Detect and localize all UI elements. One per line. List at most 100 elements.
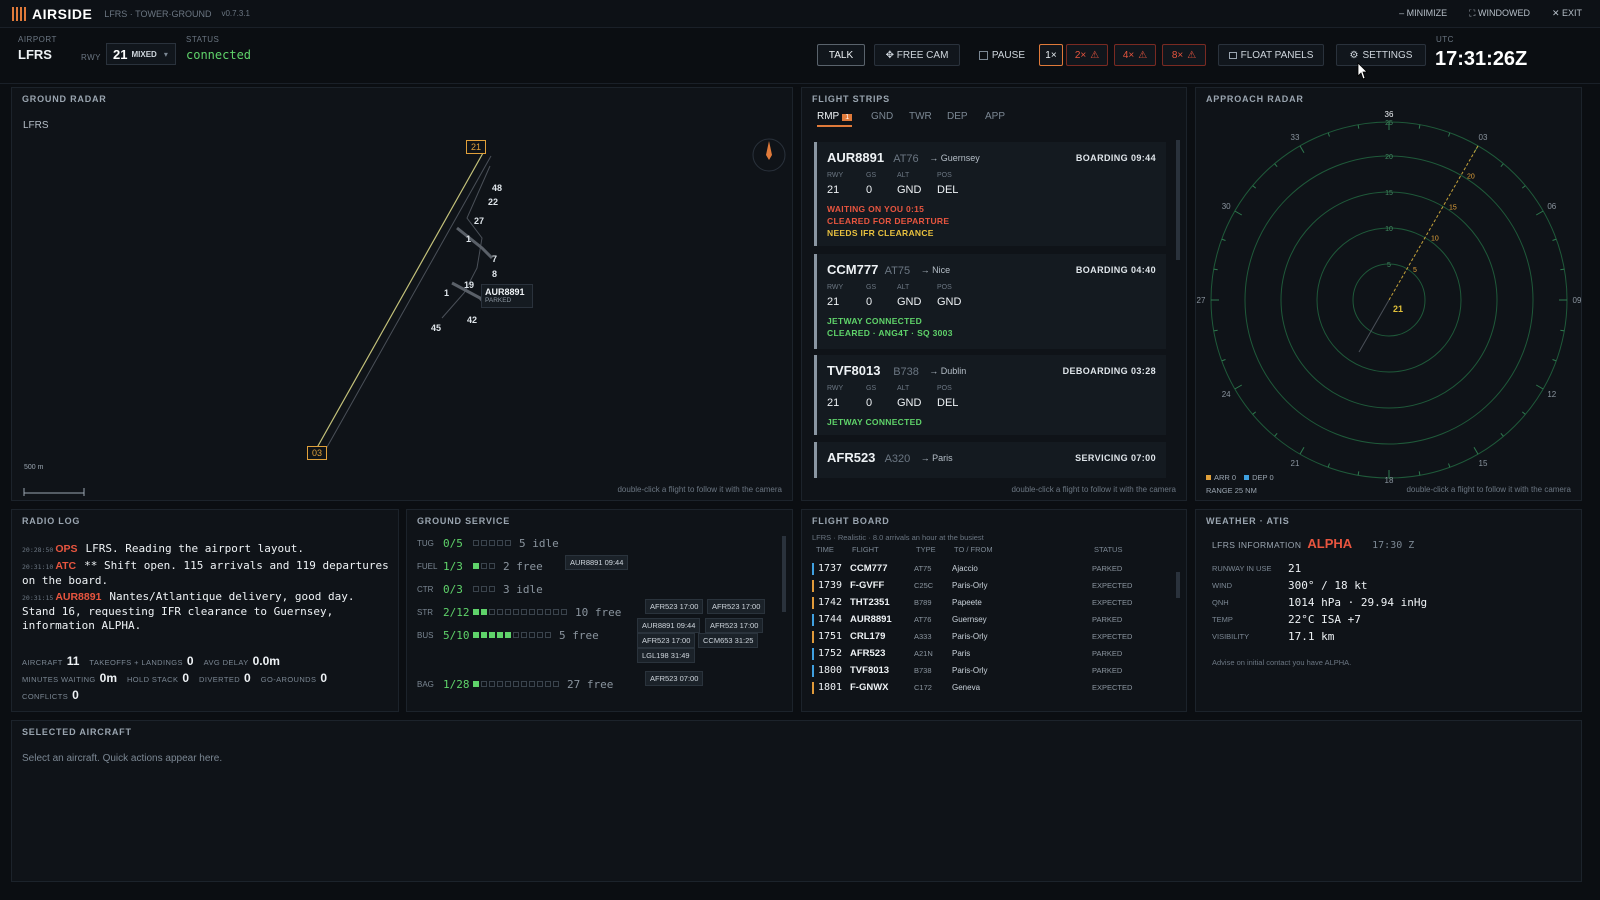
float-panels-button[interactable]: FLOAT PANELS: [1218, 44, 1324, 66]
strip-note: WAITING ON YOU 0:15: [827, 204, 925, 214]
windowed-button[interactable]: ⛶ WINDOWED: [1469, 8, 1530, 19]
heading-label: 27: [1197, 296, 1206, 305]
map-scale: 500 m: [24, 464, 44, 471]
speed-2x-button[interactable]: 2× ⚠: [1066, 44, 1108, 66]
field-rwy: 21: [827, 296, 840, 308]
service-tag[interactable]: AFR523 17:00: [705, 618, 764, 633]
speed-8x-button[interactable]: 8× ⚠: [1162, 44, 1206, 66]
unit-box: [513, 681, 519, 687]
strip-note: NEEDS IFR CLEARANCE: [827, 228, 934, 238]
service-tag[interactable]: AFR523 17:00: [637, 633, 696, 648]
flight-strip[interactable]: CCM777 AT75 → Nice BOARDING 04:40 RWY 21 GS 0 AL…: [814, 254, 1166, 349]
field-label: RWY: [827, 385, 844, 392]
minimize-button[interactable]: – MINIMIZE: [1399, 8, 1447, 19]
service-tag[interactable]: AFR523 17:00: [707, 599, 766, 614]
tick: [1418, 471, 1421, 476]
unit-box: [473, 563, 479, 569]
ring-label: 25: [1385, 120, 1393, 127]
tab-twr[interactable]: TWR: [909, 111, 932, 122]
col-type: TYPE: [916, 545, 936, 554]
heading-label: 21: [1291, 459, 1300, 468]
scrollbar[interactable]: [1176, 140, 1180, 260]
service-tag[interactable]: CCM653 31:25: [698, 633, 759, 648]
tick: [1552, 238, 1557, 241]
settings-button[interactable]: ⚙ SETTINGS: [1336, 44, 1426, 66]
tick: [1560, 329, 1565, 332]
row-type: B789: [914, 598, 932, 607]
stat-label: CONFLICTS: [22, 692, 69, 701]
weather-row: WIND 300° / 18 kt: [1212, 577, 1367, 593]
weather-key: RUNWAY IN USE: [1212, 563, 1272, 573]
service-tag[interactable]: LGL198 31:49: [637, 648, 695, 663]
heading-label: 36: [1385, 110, 1394, 119]
tab-app[interactable]: APP: [985, 111, 1005, 122]
service-row-bag[interactable]: BAG 1/28 27 free AFR523 07:00: [417, 671, 787, 693]
unit-box: [489, 586, 495, 592]
tab-dep[interactable]: DEP: [947, 111, 968, 122]
scrollbar[interactable]: [782, 536, 786, 612]
tick: [1535, 384, 1544, 390]
free-cam-button[interactable]: ✥ FREE CAM: [874, 44, 960, 66]
row-destination: Ajaccio: [952, 564, 978, 573]
ground-radar-map[interactable]: [12, 108, 794, 502]
board-row[interactable]: 1801 F-GNWX C172 Geneva EXPECTED: [812, 679, 1170, 696]
approach-radar-scope[interactable]: 36 03 06 09 12 15 18 21 24 27 30 33 5 10 15 20 25 20 15 10 5…: [1196, 88, 1583, 502]
tick: [1274, 432, 1278, 437]
speed-4x-button[interactable]: 4× ⚠: [1114, 44, 1156, 66]
flight-strip[interactable]: AUR8891 AT76 → Guernsey BOARDING 09:44 RWY 21…: [814, 142, 1166, 246]
field-label: GS: [866, 385, 877, 392]
board-row[interactable]: 1739 F-GVFF C25C Paris-Orly EXPECTED: [812, 577, 1170, 594]
panel-hint: double-click a flight to follow it with …: [1011, 485, 1176, 494]
tick: [1221, 238, 1226, 241]
board-row[interactable]: 1752 AFR523 A21N Paris PARKED: [812, 645, 1170, 662]
tick: [1473, 446, 1479, 455]
unit-box: [497, 540, 503, 546]
service-row-fuel[interactable]: FUEL 1/3 2 free AUR8891 09:44: [417, 555, 787, 575]
unit-box: [505, 632, 511, 638]
log-speaker: ATC: [55, 560, 77, 572]
weather-value: 300° / 18 kt: [1288, 578, 1368, 592]
flight-strip[interactable]: AFR523 A320 → Paris SERVICING 07:00: [814, 442, 1166, 478]
panel-title: FLIGHT STRIPS: [812, 94, 890, 104]
runway-value: 21: [113, 46, 128, 62]
exit-button[interactable]: ✕ EXIT: [1552, 8, 1582, 19]
runway-select[interactable]: 21 MIXED ▾: [106, 43, 176, 65]
stats-row: AIRCRAFT 11 TAKEOFFS + LANDINGS 0 AVG DELAY 0…: [22, 654, 392, 671]
gear-icon: ⚙: [1349, 49, 1359, 61]
stat-value: 0: [244, 671, 251, 685]
flight-strip[interactable]: TVF8013 B738 → Dublin DEBOARDING 03:28 RWY 21…: [814, 355, 1166, 435]
unit-box: [521, 681, 527, 687]
ground-service-panel: GROUND SERVICE TUG 0/5 5 idle FUEL 1/3 2 free…: [406, 509, 793, 712]
scrollbar[interactable]: [1176, 572, 1180, 598]
field-gs: 0: [866, 296, 873, 308]
unit-box: [481, 540, 487, 546]
talk-button[interactable]: TALK: [817, 44, 865, 66]
board-row[interactable]: 1742 THT2351 B789 Papeete EXPECTED: [812, 594, 1170, 611]
service-tag[interactable]: AFR523 17:00: [645, 599, 704, 614]
pause-button[interactable]: PAUSE: [970, 44, 1034, 66]
strip-note: JETWAY CONNECTED: [827, 316, 923, 326]
unit-box: [537, 609, 543, 615]
strip-type: A320: [884, 453, 911, 465]
board-row[interactable]: 1800 TVF8013 B738 Paris-Orly PARKED: [812, 662, 1170, 679]
service-tag[interactable]: AUR8891 09:44: [637, 618, 701, 633]
unit-box: [497, 632, 503, 638]
aircraft-label[interactable]: AUR8891 PARKED: [481, 284, 533, 308]
utc-clock: 17:31:26Z: [1435, 48, 1528, 70]
tab-rmp[interactable]: RMP 1: [817, 111, 853, 127]
service-usage: 2/12: [443, 605, 470, 619]
board-row[interactable]: 1751 CRL179 A333 Paris-Orly EXPECTED: [812, 628, 1170, 645]
board-row[interactable]: 1737 CCM777 AT75 Ajaccio PARKED: [812, 560, 1170, 577]
service-tag[interactable]: AUR8891 09:44: [565, 555, 629, 570]
board-row[interactable]: 1744 AUR8891 AT76 Guernsey PARKED: [812, 611, 1170, 628]
unit-box: [529, 632, 535, 638]
service-tag[interactable]: AFR523 07:00: [645, 671, 704, 686]
row-type: C25C: [914, 581, 934, 590]
service-row-tug[interactable]: TUG 0/5 5 idle: [417, 534, 787, 552]
service-row-ctr[interactable]: CTR 0/3 3 idle: [417, 580, 787, 598]
tab-gnd[interactable]: GND: [871, 111, 893, 122]
row-destination: Guernsey: [952, 615, 987, 624]
service-row-bus[interactable]: BUS 5/10 5 free AUR8891 09:44 AFR523 17:00 AF…: [417, 618, 787, 663]
field-pos: DEL: [937, 397, 959, 409]
speed-1x-button[interactable]: 1×: [1039, 44, 1063, 66]
